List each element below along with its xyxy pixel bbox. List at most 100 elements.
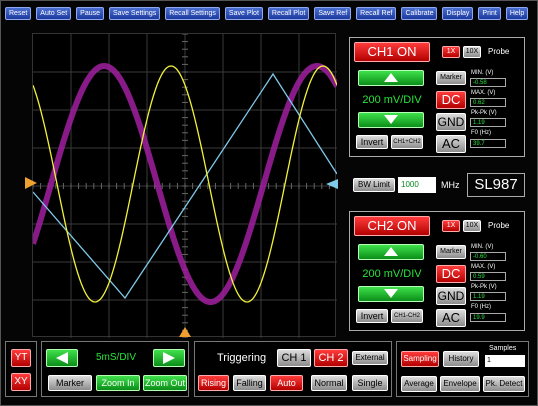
ch2-gnd-button[interactable]: GND — [436, 287, 466, 305]
arrow-down-icon — [384, 289, 398, 298]
ch1-max-value: 0.62 — [470, 98, 506, 107]
save-plot-button[interactable]: Save Plot — [224, 6, 263, 20]
trigger-normal-button[interactable]: Normal — [311, 375, 347, 391]
trigger-falling-button[interactable]: Falling — [233, 375, 266, 391]
menu-bar: Reset Auto Set Pause Save Settings Recal… — [5, 5, 535, 21]
trigger-rising-button[interactable]: Rising — [198, 375, 229, 391]
bw-limit-input[interactable]: 1000 — [398, 177, 436, 193]
trigger-external-button[interactable]: External — [352, 351, 388, 365]
ch2-invert-button[interactable]: Invert — [356, 309, 388, 323]
recall-settings-button[interactable]: Recall Settings — [165, 6, 220, 20]
trigger-single-button[interactable]: Single — [352, 375, 388, 391]
trigger-auto-button[interactable]: Auto — [270, 375, 303, 391]
zoom-out-button[interactable]: Zoom Out — [143, 375, 187, 391]
trigger-panel: Triggering CH 1 CH 2 External Rising Fal… — [194, 341, 392, 397]
arrow-left-icon — [56, 352, 68, 364]
arrow-up-icon — [384, 73, 398, 82]
ch1-ac-button[interactable]: AC — [436, 135, 466, 153]
ch2-on-button[interactable]: CH2 ON — [354, 216, 430, 236]
ch1-1x-button[interactable]: 1X — [442, 46, 460, 58]
ch1-invert-button[interactable]: Invert — [356, 135, 388, 149]
ch2-min-value: -0.60 — [470, 252, 506, 261]
ch1-gnd-button[interactable]: GND — [436, 113, 466, 131]
timebase-decrease-button[interactable] — [46, 349, 78, 367]
trigger-ch2-button[interactable]: CH 2 — [314, 349, 348, 367]
pause-button[interactable]: Pause — [76, 6, 105, 20]
recall-plot-button[interactable]: Recall Plot — [267, 6, 310, 20]
timebase-marker-button[interactable]: Marker — [48, 375, 92, 391]
ch1-probe-label: Probe — [488, 47, 510, 56]
bw-limit-button[interactable]: BW Limit — [353, 178, 395, 192]
recall-ref-button[interactable]: Recall Ref — [356, 6, 397, 20]
samples-input[interactable]: 1 — [485, 355, 525, 367]
auto-set-button[interactable]: Auto Set — [36, 6, 72, 20]
ch2-probe-label: Probe — [488, 221, 510, 230]
ch1-f0-value: 39.7 — [470, 139, 506, 148]
ch2-scale-down-button[interactable] — [358, 286, 424, 302]
ch1-max-label: MAX. (V) — [471, 90, 496, 96]
xy-mode-button[interactable]: XY — [11, 373, 31, 391]
help-button[interactable]: Help — [505, 6, 529, 20]
ch1-level-marker-icon[interactable] — [25, 177, 39, 189]
save-settings-button[interactable]: Save Settings — [109, 6, 161, 20]
timebase-increase-button[interactable] — [153, 349, 185, 367]
yt-mode-button[interactable]: YT — [11, 349, 31, 367]
trigger-title: Triggering — [217, 352, 267, 364]
ch2-panel: CH2 ON 1X 10X Probe 200 mV/DIV Invert CH… — [349, 211, 525, 331]
envelope-button[interactable]: Envelope — [440, 376, 480, 392]
ch1-10x-button[interactable]: 10X — [463, 46, 481, 58]
ch2-1x-button[interactable]: 1X — [442, 220, 460, 232]
ch1-on-button[interactable]: CH1 ON — [354, 42, 430, 62]
model-label: SL987 — [467, 173, 525, 197]
ch1-panel: CH1 ON 1X 10X Probe 200 mV/DIV Invert CH… — [349, 37, 525, 157]
ch2-f0-value: 19.9 — [470, 313, 506, 322]
ch2-ac-button[interactable]: AC — [436, 309, 466, 327]
zoom-in-button[interactable]: Zoom In — [96, 375, 140, 391]
ch2-math-button[interactable]: CH1-CH2 — [391, 309, 423, 323]
ch2-max-label: MAX. (V) — [471, 264, 496, 270]
ch1-f0-label: F0 (Hz) — [471, 130, 491, 136]
acquisition-panel: Sampling History Samples 1 Average Envel… — [396, 341, 529, 397]
ch1-scale-down-button[interactable] — [358, 112, 424, 128]
ch1-scale-up-button[interactable] — [358, 70, 424, 86]
sampling-button[interactable]: Sampling — [401, 351, 439, 367]
ch2-dc-button[interactable]: DC — [436, 265, 466, 283]
ch2-scale-display: 200 mV/DIV — [356, 266, 428, 282]
history-button[interactable]: History — [443, 351, 479, 367]
ch2-scale-up-button[interactable] — [358, 244, 424, 260]
ch1-dc-button[interactable]: DC — [436, 91, 466, 109]
save-ref-button[interactable]: Save Ref — [314, 6, 352, 20]
arrow-up-icon — [384, 247, 398, 256]
pk-detect-button[interactable]: Pk. Detect — [483, 376, 525, 392]
timebase-panel: 5mS/DIV Marker Zoom In Zoom Out — [41, 341, 189, 397]
ch2-10x-button[interactable]: 10X — [463, 220, 481, 232]
ch1-scale-display: 200 mV/DIV — [356, 92, 428, 108]
ch1-marker-button[interactable]: Marker — [436, 71, 466, 85]
average-button[interactable]: Average — [401, 376, 437, 392]
ch2-f0-label: F0 (Hz) — [471, 304, 491, 310]
ch1-min-value: -0.58 — [470, 78, 506, 87]
ch1-math-button[interactable]: CH1+CH2 — [391, 135, 423, 149]
ch2-min-label: MIN. (V) — [471, 244, 494, 250]
trigger-position-marker-icon[interactable] — [179, 327, 191, 337]
ch2-level-marker-icon[interactable] — [326, 179, 340, 189]
ch2-max-value: 0.59 — [470, 272, 506, 281]
ch1-min-label: MIN. (V) — [471, 70, 494, 76]
waveform-plot — [33, 34, 337, 338]
arrow-down-icon — [384, 115, 398, 124]
samples-label: Samples — [489, 345, 517, 352]
bw-unit-label: MHz — [441, 180, 460, 190]
ch2-pkpk-value: 1.19 — [470, 292, 506, 301]
ch2-pkpk-label: Pk-Pk (V) — [471, 284, 497, 290]
trigger-ch1-button[interactable]: CH 1 — [277, 349, 311, 367]
calibrate-button[interactable]: Calibrate — [401, 6, 438, 20]
timebase-display: 5mS/DIV — [82, 350, 150, 366]
reset-button[interactable]: Reset — [5, 6, 32, 20]
arrow-right-icon — [163, 352, 175, 364]
ch2-marker-button[interactable]: Marker — [436, 245, 466, 259]
print-button[interactable]: Print — [478, 6, 501, 20]
display-button[interactable]: Display — [442, 6, 474, 20]
scope-display[interactable] — [32, 33, 337, 338]
ch1-pkpk-value: 1.19 — [470, 118, 506, 127]
ch1-pkpk-label: Pk-Pk (V) — [471, 110, 497, 116]
